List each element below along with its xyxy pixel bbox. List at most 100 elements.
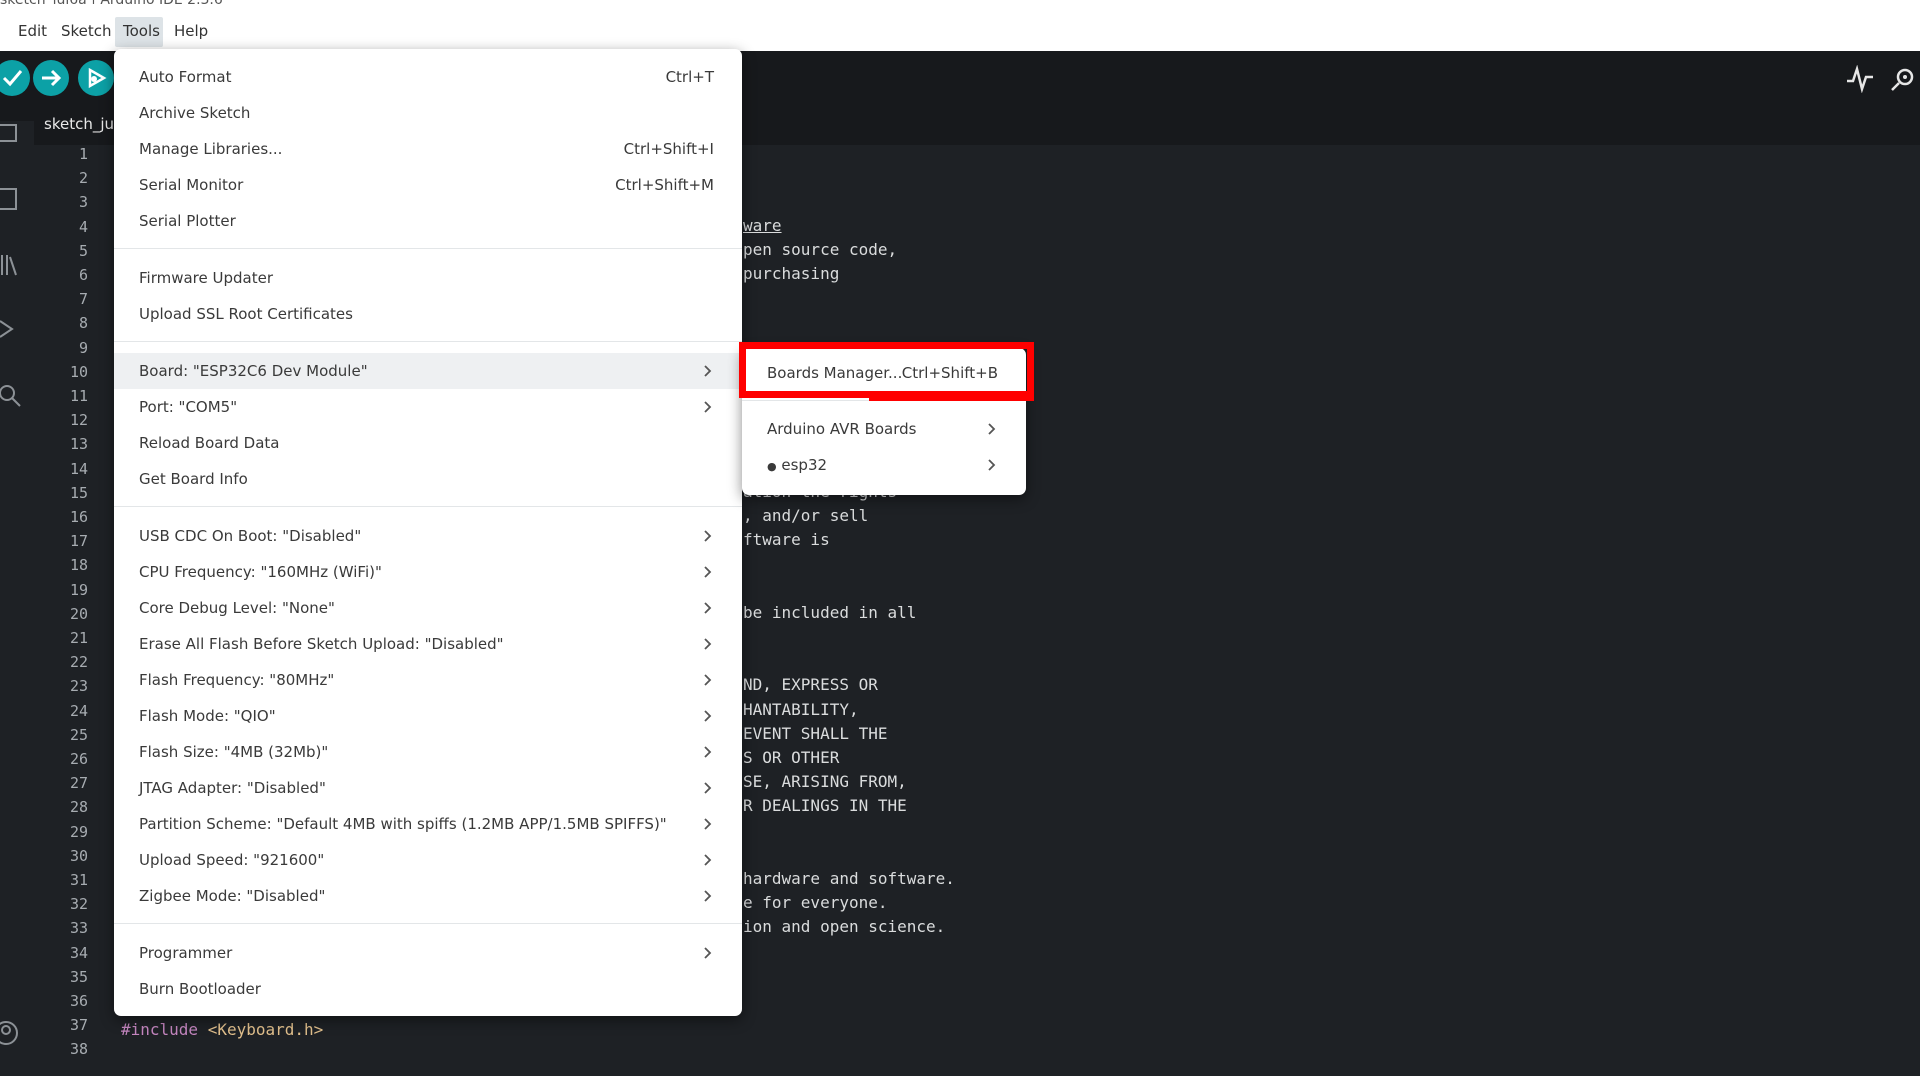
chevron-right-icon	[704, 854, 712, 866]
chevron-right-icon	[704, 746, 712, 758]
menu-item-label: Serial Plotter	[139, 212, 236, 230]
menu-separator	[114, 341, 742, 342]
library-icon[interactable]	[0, 253, 24, 277]
line-number: 18	[69, 556, 88, 575]
menu-item-label: Flash Mode: "QIO"	[139, 707, 276, 725]
menu-item-label: Board: "ESP32C6 Dev Module"	[139, 362, 368, 380]
menu-item-label: Programmer	[139, 944, 233, 962]
menu-item-shortcut: Ctrl+Shift+M	[615, 176, 714, 194]
editor-tab[interactable]: sketch_jul	[44, 115, 118, 133]
line-number: 33	[69, 919, 88, 938]
menu-item-label: Flash Frequency: "80MHz"	[139, 671, 335, 689]
menu-item-reload-board-data[interactable]: Reload Board Data	[114, 425, 742, 461]
menu-item-programmer[interactable]: Programmer	[114, 935, 742, 971]
menu-item-label: Core Debug Level: "None"	[139, 599, 335, 617]
menu-item-board[interactable]: Board: "ESP32C6 Dev Module"	[114, 353, 742, 389]
menu-item-label: Serial Monitor	[139, 176, 244, 194]
code-line-fragment: EVENT SHALL THE	[743, 723, 888, 743]
menu-item-label: USB CDC On Boot: "Disabled"	[139, 527, 362, 545]
code-line-fragment: , and/or sell	[743, 506, 869, 525]
menu-item-auto-format[interactable]: Auto Format Ctrl+T	[114, 59, 742, 95]
line-number: 7	[78, 290, 88, 309]
line-number: 35	[69, 967, 88, 986]
code-line-fragment: e for everyone.	[743, 893, 888, 913]
menu-item-board-option[interactable]: Erase All Flash Before Sketch Upload: "D…	[114, 626, 742, 662]
menu-item-serial-monitor[interactable]: Serial Monitor Ctrl+Shift+M	[114, 167, 742, 203]
menu-item-get-board-info[interactable]: Get Board Info	[114, 461, 742, 497]
menu-sketch[interactable]: Sketch	[61, 22, 112, 40]
line-number: 6	[78, 266, 88, 284]
plotter-icon[interactable]	[1845, 65, 1875, 93]
menu-item-label: Firmware Updater	[139, 269, 274, 287]
line-number: 25	[69, 725, 88, 744]
upload-button[interactable]	[33, 60, 69, 96]
line-number: 20	[69, 604, 88, 623]
menu-item-manage-libraries[interactable]: Manage Libraries... Ctrl+Shift+I	[114, 131, 742, 167]
code-line-fragment: pen source code,	[743, 239, 898, 259]
chevron-right-icon	[704, 947, 712, 959]
menu-item-board-option[interactable]: Flash Frequency: "80MHz"	[114, 662, 742, 698]
menu-item-serial-plotter[interactable]: Serial Plotter	[114, 203, 742, 239]
menu-item-board-option[interactable]: Core Debug Level: "None"	[114, 590, 742, 626]
debug-icon	[88, 67, 107, 89]
line-number: 38	[69, 1040, 88, 1059]
menu-item-board-option[interactable]: Flash Mode: "QIO"	[114, 698, 742, 734]
menu-item-label: ● esp32	[767, 456, 827, 474]
menu-item-upload-ssl[interactable]: Upload SSL Root Certificates	[114, 296, 742, 332]
menu-edit[interactable]: Edit	[18, 22, 47, 40]
menu-item-label: Arduino AVR Boards	[767, 420, 917, 438]
line-number: 3	[78, 193, 88, 212]
line-number: 9	[78, 338, 88, 357]
menu-item-burn-bootloader[interactable]: Burn Bootloader	[114, 971, 742, 1007]
menu-item-label: JTAG Adapter: "Disabled"	[139, 779, 326, 797]
debug-button[interactable]	[78, 60, 114, 96]
folder-icon[interactable]	[0, 121, 24, 145]
menu-item-archive-sketch[interactable]: Archive Sketch	[114, 95, 742, 131]
line-number: 29	[69, 822, 88, 841]
line-number: 11	[69, 387, 88, 405]
menu-item-label: Partition Scheme: "Default 4MB with spif…	[139, 815, 667, 833]
menu-item-board-option[interactable]: Zigbee Mode: "Disabled"	[114, 878, 742, 914]
verify-button[interactable]	[0, 60, 30, 96]
menu-item-label: Get Board Info	[139, 470, 248, 488]
menu-item-label: Auto Format	[139, 68, 232, 86]
include-keyword: #include	[121, 1020, 199, 1039]
chevron-right-icon	[704, 818, 712, 830]
menu-item-esp32[interactable]: ● esp32	[742, 447, 1026, 483]
code-line-fragment: purchasing	[743, 264, 840, 283]
menu-item-label: Erase All Flash Before Sketch Upload: "D…	[139, 635, 504, 653]
account-icon[interactable]	[0, 1021, 24, 1045]
chevron-right-icon	[988, 459, 996, 471]
menu-item-board-option[interactable]: USB CDC On Boot: "Disabled"	[114, 518, 742, 554]
menu-item-board-option[interactable]: CPU Frequency: "160MHz (WiFi)"	[114, 554, 742, 590]
line-number: 16	[69, 508, 88, 526]
menu-item-label: Zigbee Mode: "Disabled"	[139, 887, 326, 905]
menu-item-board-option[interactable]: Flash Size: "4MB (32Mb)"	[114, 734, 742, 770]
menu-separator	[114, 923, 742, 924]
menu-help[interactable]: Help	[174, 22, 208, 40]
menu-item-arduino-avr-boards[interactable]: Arduino AVR Boards	[742, 411, 1026, 447]
menu-bar: Edit Sketch Tools Help	[0, 4, 1920, 51]
line-number: 14	[69, 459, 88, 478]
line-number: 23	[69, 677, 88, 696]
search-icon[interactable]	[0, 384, 24, 408]
menu-item-board-option[interactable]: JTAG Adapter: "Disabled"	[114, 770, 742, 806]
line-number: 8	[78, 314, 88, 333]
line-number: 4	[78, 217, 88, 236]
menu-item-label: Upload SSL Root Certificates	[139, 305, 353, 323]
menu-tools[interactable]: Tools	[123, 22, 160, 40]
code-line-fragment: SE, ARISING FROM,	[743, 772, 907, 792]
chevron-right-icon	[704, 782, 712, 794]
line-number: 19	[69, 580, 88, 599]
debug-icon[interactable]	[0, 317, 24, 341]
menu-item-board-option[interactable]: Partition Scheme: "Default 4MB with spif…	[114, 806, 742, 842]
menu-item-board-option[interactable]: Upload Speed: "921600"	[114, 842, 742, 878]
menu-item-firmware-updater[interactable]: Firmware Updater	[114, 260, 742, 296]
check-icon	[2, 70, 23, 87]
magnifier-icon[interactable]	[1888, 65, 1918, 93]
code-line-fragment: R DEALINGS IN THE	[743, 796, 907, 816]
line-number: 22	[69, 653, 88, 672]
boards-icon[interactable]	[0, 187, 24, 211]
menu-item-port[interactable]: Port: "COM5"	[114, 389, 742, 425]
line-number: 32	[69, 895, 88, 914]
